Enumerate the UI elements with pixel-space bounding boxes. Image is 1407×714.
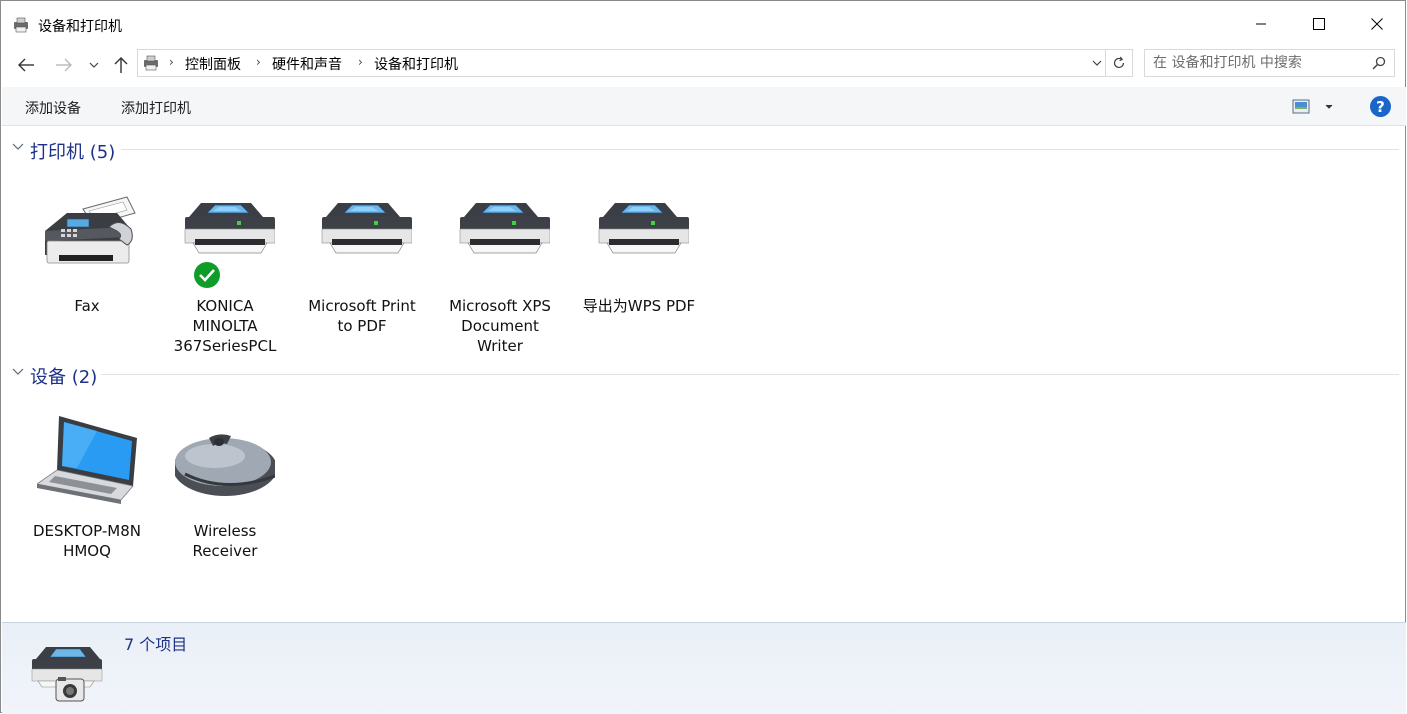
help-button[interactable]: ? [1370, 96, 1391, 117]
title-bar[interactable]: 设备和打印机 [1, 5, 1406, 43]
view-options-icon [1292, 99, 1333, 114]
add-device-button[interactable]: 添加设备 [25, 98, 81, 118]
breadcrumb-control-panel[interactable]: 控制面板 [185, 54, 241, 74]
device-label: 导出为WPS PDF [582, 297, 696, 315]
laptop-icon [37, 416, 137, 504]
breadcrumb-separator-icon[interactable]: › [358, 55, 363, 69]
back-button[interactable] [14, 53, 38, 77]
recent-locations-button[interactable] [84, 53, 104, 77]
breadcrumb-devices-printers[interactable]: 设备和打印机 [374, 54, 458, 74]
device-label: DESKTOP-M8N HMOQ [32, 522, 142, 560]
group-header-printers[interactable]: 打印机 (5) [9, 138, 1399, 163]
address-dropdown-button[interactable] [1089, 50, 1105, 76]
close-icon [1371, 18, 1383, 30]
minimize-icon [1256, 23, 1266, 25]
minimize-button[interactable] [1232, 5, 1290, 43]
chevron-down-icon [89, 62, 99, 68]
printer-icon [321, 203, 412, 254]
maximize-button[interactable] [1290, 5, 1348, 43]
maximize-icon [1313, 18, 1325, 30]
group-divider [121, 149, 1399, 150]
default-printer-check-icon [194, 262, 220, 288]
window: 设备和打印机 › 控制面板 › 硬件和声音 › 设备和打印机 在 设备和打印机 … [0, 0, 1406, 714]
breadcrumb-separator-icon[interactable]: › [169, 55, 174, 69]
arrow-right-icon [56, 58, 72, 72]
change-view-button[interactable] [1292, 98, 1334, 116]
search-box[interactable] [1144, 49, 1395, 77]
group-header-devices[interactable]: 设备 (2) [9, 363, 1399, 388]
devices-printers-icon [14, 17, 28, 33]
printer-icon [184, 203, 275, 254]
command-bar: 添加设备 添加打印机 ? [2, 87, 1406, 126]
up-button[interactable] [109, 53, 133, 77]
printer-icon [459, 203, 550, 254]
printer-icon [598, 203, 689, 254]
device-label: Fax [74, 297, 100, 315]
arrow-up-icon [114, 57, 128, 73]
devices-printers-icon [144, 55, 158, 71]
mouse-icon [175, 434, 275, 496]
arrow-left-icon [18, 58, 34, 72]
group-title: 设备 (2) [30, 367, 98, 388]
group-divider [101, 374, 1399, 375]
device-label: KONICA MINOLTA 367SeriesPCL [173, 297, 277, 355]
add-printer-button[interactable]: 添加打印机 [121, 98, 191, 118]
refresh-icon [1113, 56, 1125, 69]
device-label: Wireless Receiver [192, 522, 258, 560]
breadcrumb-hardware-sound[interactable]: 硬件和声音 [272, 54, 342, 74]
group-title: 打印机 (5) [30, 142, 116, 163]
item-count: 7 个项目 [124, 635, 188, 654]
close-button[interactable] [1348, 5, 1406, 43]
address-bar[interactable]: › 控制面板 › 硬件和声音 › 设备和打印机 [137, 49, 1133, 77]
chevron-down-icon [1092, 60, 1102, 66]
details-pane: 7 个项目 [2, 622, 1406, 714]
search-icon[interactable] [1372, 56, 1386, 70]
device-label: Microsoft Print to PDF [308, 297, 416, 335]
forward-button[interactable] [52, 53, 76, 77]
fax-icon [45, 196, 136, 264]
breadcrumb-separator-icon[interactable]: › [256, 55, 261, 69]
chevron-down-icon [12, 143, 24, 150]
devices-printers-icon [31, 647, 103, 702]
window-title: 设备和打印机 [38, 19, 122, 35]
refresh-button[interactable] [1105, 50, 1132, 76]
device-label: Microsoft XPS Document Writer [449, 297, 551, 355]
chevron-down-icon [12, 368, 24, 375]
help-icon: ? [1376, 97, 1385, 116]
search-input[interactable] [1153, 54, 1363, 72]
